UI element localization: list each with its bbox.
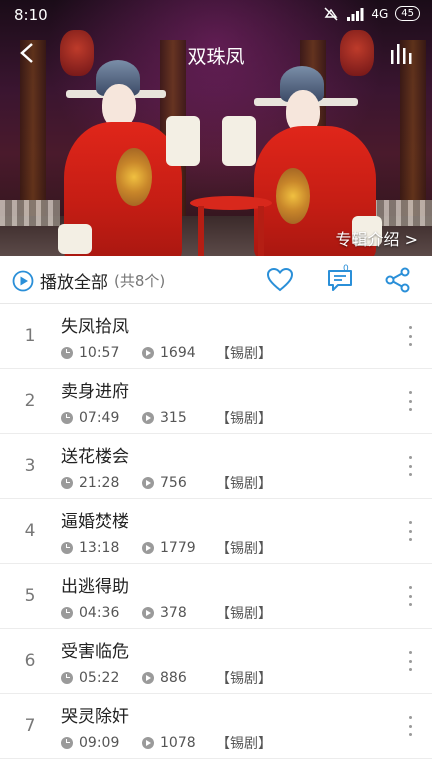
track-duration: 04:36 <box>79 605 120 621</box>
track-genre-tag: 【锡剧】 <box>216 541 272 557</box>
track-index: 2 <box>24 391 36 411</box>
equalizer-icon <box>391 44 412 64</box>
more-vertical-icon[interactable] <box>406 651 414 671</box>
clock-icon <box>61 737 73 749</box>
track-play-count: 1694 <box>160 345 196 361</box>
track-genre-tag: 【锡剧】 <box>216 476 272 492</box>
status-bar: 8:10 4G 45 <box>0 0 432 30</box>
play-count-icon <box>142 347 154 359</box>
track-genre-tag: 【锡剧】 <box>216 346 272 362</box>
now-playing-button[interactable] <box>388 40 416 68</box>
action-toolbar: 播放全部 (共8个) 0 <box>0 256 432 304</box>
track-meta: 04:36 378 【锡剧】 <box>61 603 272 623</box>
clock-icon <box>61 607 73 619</box>
track-title: 受害临危 <box>61 642 129 662</box>
favorite-button[interactable] <box>266 266 294 294</box>
track-play-count: 756 <box>160 475 187 491</box>
status-time: 8:10 <box>14 6 48 24</box>
play-all-button[interactable]: 播放全部 (共8个) <box>12 268 165 293</box>
play-all-label: 播放全部 <box>40 273 108 293</box>
track-title: 卖身进府 <box>61 382 129 402</box>
clock-icon <box>61 412 73 424</box>
track-row[interactable]: 7 哭灵除奸 09:09 1078 【锡剧】 <box>0 694 432 759</box>
track-row[interactable]: 6 受害临危 05:22 886 【锡剧】 <box>0 629 432 694</box>
track-genre-tag: 【锡剧】 <box>216 671 272 687</box>
network-label: 4G <box>371 6 389 21</box>
clock-icon <box>61 477 73 489</box>
more-vertical-icon[interactable] <box>406 456 414 476</box>
track-duration: 10:57 <box>79 345 120 361</box>
play-count-icon <box>142 542 154 554</box>
track-index: 4 <box>24 521 36 541</box>
track-meta: 13:18 1779 【锡剧】 <box>61 538 272 558</box>
track-genre-tag: 【锡剧】 <box>216 736 272 752</box>
track-title: 逼婚焚楼 <box>61 512 129 532</box>
track-meta: 09:09 1078 【锡剧】 <box>61 733 272 753</box>
status-indicators: 4G 45 <box>323 6 420 21</box>
clock-icon <box>61 542 73 554</box>
track-genre-tag: 【锡剧】 <box>216 606 272 622</box>
track-title: 送花楼会 <box>61 447 129 467</box>
track-title: 出逃得助 <box>61 577 129 597</box>
track-title: 失凤拾凤 <box>61 317 129 337</box>
track-row[interactable]: 1 失凤拾凤 10:57 1694 【锡剧】 <box>0 304 432 369</box>
track-index: 7 <box>24 716 36 736</box>
clock-icon <box>61 347 73 359</box>
heart-icon <box>266 267 294 292</box>
track-index: 5 <box>24 586 36 606</box>
comment-button[interactable] <box>326 266 354 294</box>
more-vertical-icon[interactable] <box>406 391 414 411</box>
title-bar: 双珠凤 <box>0 30 432 78</box>
track-meta: 10:57 1694 【锡剧】 <box>61 343 272 363</box>
signal-icon <box>347 7 364 21</box>
track-list: 1 失凤拾凤 10:57 1694 【锡剧】 2 卖身进府 07:49 315 … <box>0 304 432 759</box>
track-play-count: 378 <box>160 605 187 621</box>
track-play-count: 315 <box>160 410 187 426</box>
play-count-icon <box>142 737 154 749</box>
play-count-icon <box>142 477 154 489</box>
track-meta: 05:22 886 【锡剧】 <box>61 668 272 688</box>
album-intro-link[interactable]: 专辑介绍 > <box>336 226 419 250</box>
share-icon <box>385 267 410 293</box>
track-play-count: 886 <box>160 670 187 686</box>
track-row[interactable]: 2 卖身进府 07:49 315 【锡剧】 <box>0 369 432 434</box>
track-meta: 21:28 756 【锡剧】 <box>61 473 272 493</box>
track-duration: 13:18 <box>79 540 120 556</box>
comment-count-badge: 0 <box>343 264 349 274</box>
track-row[interactable]: 3 送花楼会 21:28 756 【锡剧】 <box>0 434 432 499</box>
track-meta: 07:49 315 【锡剧】 <box>61 408 272 428</box>
play-count-icon <box>142 672 154 684</box>
more-vertical-icon[interactable] <box>406 586 414 606</box>
more-vertical-icon[interactable] <box>406 521 414 541</box>
track-count: (共8个) <box>114 272 166 290</box>
mute-icon <box>324 6 338 21</box>
more-vertical-icon[interactable] <box>406 716 414 736</box>
play-count-icon <box>142 607 154 619</box>
track-genre-tag: 【锡剧】 <box>216 411 272 427</box>
track-duration: 05:22 <box>79 670 120 686</box>
share-button[interactable] <box>384 266 412 294</box>
track-index: 6 <box>24 651 36 671</box>
track-duration: 09:09 <box>79 735 120 751</box>
page-title: 双珠凤 <box>187 46 245 68</box>
track-play-count: 1779 <box>160 540 196 556</box>
play-count-icon <box>142 412 154 424</box>
more-vertical-icon[interactable] <box>406 326 414 346</box>
track-play-count: 1078 <box>160 735 196 751</box>
track-row[interactable]: 4 逼婚焚楼 13:18 1779 【锡剧】 <box>0 499 432 564</box>
track-row[interactable]: 5 出逃得助 04:36 378 【锡剧】 <box>0 564 432 629</box>
battery-indicator: 45 <box>395 6 420 21</box>
track-duration: 21:28 <box>79 475 120 491</box>
track-title: 哭灵除奸 <box>61 707 129 727</box>
track-index: 1 <box>24 326 36 346</box>
play-circle-icon <box>12 270 34 291</box>
clock-icon <box>61 672 73 684</box>
comment-icon <box>328 270 352 291</box>
track-index: 3 <box>24 456 36 476</box>
track-duration: 07:49 <box>79 410 120 426</box>
